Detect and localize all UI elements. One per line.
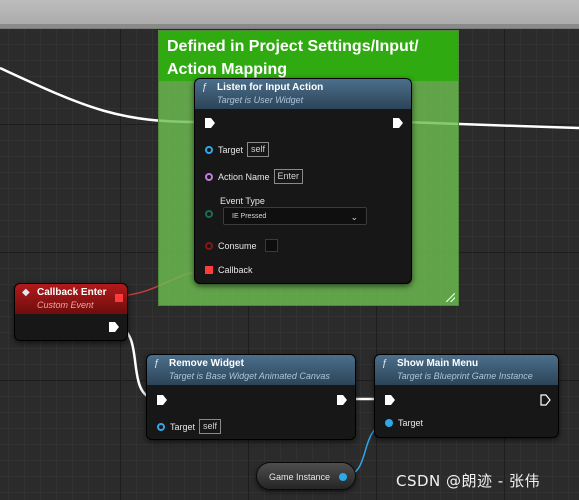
node-callback-enter[interactable]: ◆ Callback Enter Custom Event [14,283,128,341]
delegate-out-pin[interactable] [115,294,123,302]
chevron-down-icon: ⌄ [350,212,358,222]
action-name-input[interactable]: Enter [273,169,304,184]
comment-title: Defined in Project Settings/Input/ Actio… [159,31,458,81]
target-value[interactable]: self [247,142,270,157]
node-subtitle: Target is Blueprint Game Instance [397,371,533,381]
event-type-label-row: Event Type [220,196,265,206]
callback-row: Callback [205,265,253,275]
exec-in-pin[interactable] [157,395,167,405]
exec-out-pin[interactable] [393,118,403,128]
object-out-pin[interactable] [339,473,347,481]
node-listen-for-input-action[interactable]: ƒ Listen for Input Action Target is User… [194,78,412,284]
node-show-main-menu[interactable]: ƒ Show Main Menu Target is Blueprint Gam… [374,354,559,438]
target-label: Target [170,421,196,432]
event-type-value: IE Pressed [232,213,267,220]
editor-top-bar [0,0,579,29]
action-name-row: Action Name Enter [205,169,304,184]
event-type-label: Event Type [220,196,265,206]
bool-pin[interactable] [205,241,213,250]
function-icon: ƒ [154,358,160,369]
node-game-instance[interactable]: Game Instance [256,462,356,490]
exec-out-pin[interactable] [109,322,119,332]
game-instance-label: Game Instance [269,472,331,482]
consume-label: Consume [218,240,257,251]
node-title: Callback Enter [37,287,107,298]
target-label: Target [218,144,244,155]
tab-strip [0,24,579,28]
target-value[interactable]: self [199,419,222,434]
target-row: Target self [205,142,270,157]
event-diamond-icon: ◆ [22,287,30,298]
exec-out-pin[interactable] [337,395,347,405]
node-header: ƒ Remove Widget Target is Base Widget An… [147,355,355,385]
node-title: Remove Widget [169,358,244,369]
function-icon: ƒ [382,358,388,369]
resize-grip-icon[interactable] [446,293,455,302]
delegate-pin[interactable] [205,266,213,274]
node-title: Show Main Menu [397,358,479,369]
node-header: ƒ Show Main Menu Target is Blueprint Gam… [375,355,558,385]
node-subtitle: Custom Event [37,300,94,310]
object-pin[interactable] [385,419,393,427]
consume-checkbox[interactable] [264,239,278,252]
exec-in-pin[interactable] [205,118,215,128]
node-remove-widget[interactable]: ƒ Remove Widget Target is Base Widget An… [146,354,356,440]
event-type-dropdown[interactable]: IE Pressed ⌄ [223,207,367,225]
node-header: ◆ Callback Enter Custom Event [15,284,127,314]
node-title: Listen for Input Action [217,82,324,93]
object-pin[interactable] [157,422,165,431]
node-subtitle: Target is Base Widget Animated Canvas [169,371,330,381]
target-label: Target [398,418,424,428]
consume-row: Consume [205,239,278,252]
target-row: Target self [157,419,222,434]
watermark: CSDN @朗迹 - 张伟 [396,472,540,490]
action-name-label: Action Name [218,171,270,182]
node-subtitle: Target is User Widget [217,95,304,105]
object-pin[interactable] [205,145,213,154]
node-header: ƒ Listen for Input Action Target is User… [195,79,411,109]
target-row: Target [385,418,423,428]
exec-in-pin[interactable] [385,395,395,405]
function-icon: ƒ [202,82,208,93]
byte-pin[interactable] [205,210,213,218]
string-pin[interactable] [205,172,213,181]
exec-out-pin-hollow-icon[interactable] [540,394,551,406]
callback-label: Callback [218,265,253,275]
